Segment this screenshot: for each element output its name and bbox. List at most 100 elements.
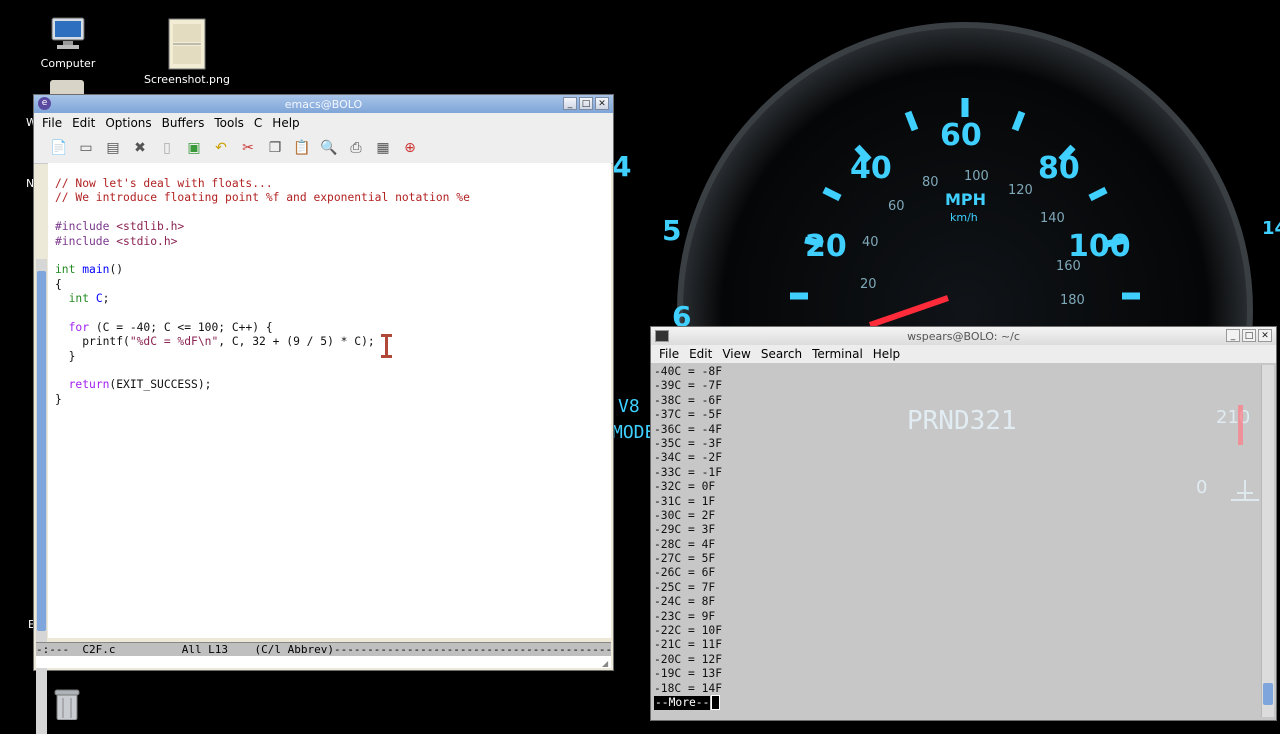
dired-icon[interactable]: ▤ bbox=[102, 137, 124, 159]
window-title: emacs@BOLO bbox=[284, 97, 363, 111]
help-icon[interactable]: ⊕ bbox=[399, 137, 421, 159]
terminal-line: -40C = -8F bbox=[654, 365, 723, 378]
wallpaper-label: V8 bbox=[618, 396, 640, 417]
image-file-icon bbox=[168, 18, 206, 70]
print-icon[interactable]: ⎙ bbox=[345, 137, 367, 159]
menu-edit[interactable]: Edit bbox=[67, 116, 100, 130]
scrollbar-thumb[interactable] bbox=[37, 271, 46, 631]
emacs-modeline: -:--- C2F.c All L13 (C/l Abbrev)--------… bbox=[36, 642, 611, 656]
terminal-line: -32C = 0F bbox=[654, 480, 716, 494]
code-editor[interactable]: // Now let's deal with floats... // We i… bbox=[48, 163, 611, 638]
terminal-output[interactable]: -40C = -8F -39C = -7F -38C = -6F -37C = -5F… bbox=[654, 365, 1259, 717]
terminal-line: -37C = -5F bbox=[654, 408, 723, 422]
terminal-line: -23C = 9F bbox=[654, 609, 716, 623]
menu-terminal[interactable]: Terminal bbox=[807, 347, 868, 361]
copy-icon[interactable]: ❐ bbox=[264, 137, 286, 159]
save-icon[interactable]: ▯ bbox=[156, 137, 178, 159]
code-token: #include bbox=[55, 234, 110, 248]
emacs-titlebar[interactable]: e emacs@BOLO _ □ ✕ bbox=[34, 95, 613, 113]
terminal-scrollbar[interactable] bbox=[1261, 365, 1274, 717]
menu-tools[interactable]: Tools bbox=[209, 116, 249, 130]
menu-help[interactable]: Help bbox=[868, 347, 905, 361]
minimize-button[interactable]: _ bbox=[563, 97, 577, 110]
save-as-icon[interactable]: ▣ bbox=[183, 137, 205, 159]
paste-icon[interactable]: 📋 bbox=[291, 137, 313, 159]
window-title: wspears@BOLO: ~/c bbox=[907, 329, 1020, 343]
resize-grip-icon[interactable]: ◢ bbox=[602, 659, 612, 669]
terminal-line: -30C = 2F bbox=[654, 508, 716, 522]
menu-search[interactable]: Search bbox=[756, 347, 807, 361]
code-line: } bbox=[55, 350, 611, 364]
maximize-button[interactable]: □ bbox=[1242, 329, 1256, 342]
menu-options[interactable]: Options bbox=[100, 116, 156, 130]
code-token: (C = -40; C <= 100; C++) { bbox=[89, 320, 273, 334]
menu-c[interactable]: C bbox=[249, 116, 267, 130]
dial-small-number: 100 bbox=[964, 169, 989, 184]
dial-small-number: 20 bbox=[860, 277, 877, 292]
desktop-icon-label: Computer bbox=[40, 57, 96, 70]
close-button[interactable]: ✕ bbox=[595, 97, 609, 110]
menu-view[interactable]: View bbox=[717, 347, 755, 361]
computer-icon bbox=[51, 17, 85, 49]
terminal-line: -28C = 4F bbox=[654, 537, 716, 551]
close-icon[interactable]: ✖ bbox=[129, 137, 151, 159]
new-file-icon[interactable]: 📄 bbox=[48, 137, 70, 159]
dial-number: 20 bbox=[805, 229, 847, 264]
dial-small-number: 80 bbox=[922, 175, 939, 190]
dial-number: 60 bbox=[940, 118, 982, 153]
maximize-button[interactable]: □ bbox=[579, 97, 593, 110]
code-token: printf( bbox=[82, 335, 130, 349]
menu-file[interactable]: File bbox=[654, 347, 684, 361]
code-line: int main() bbox=[55, 263, 611, 277]
terminal-line: --More-- bbox=[654, 694, 1259, 711]
desktop-icon-label: Screenshot.png bbox=[144, 73, 230, 86]
code-line: // Now let's deal with floats... bbox=[55, 177, 273, 190]
code-line: { bbox=[55, 277, 62, 291]
scrollbar-thumb[interactable] bbox=[1263, 683, 1273, 705]
trash-icon[interactable] bbox=[52, 688, 82, 720]
terminal-line: -39C = -7F bbox=[654, 379, 723, 393]
menu-edit[interactable]: Edit bbox=[684, 347, 717, 361]
terminal-line: -25C = 7F bbox=[654, 580, 716, 594]
menu-file[interactable]: File bbox=[37, 116, 67, 130]
dial-small-number: 60 bbox=[888, 199, 905, 214]
code-token: return bbox=[68, 378, 110, 392]
terminal-line: -21C = 11F bbox=[654, 638, 723, 652]
dial-number: 14 bbox=[1262, 218, 1280, 239]
code-line: #include <stdio.h> bbox=[55, 235, 611, 249]
code-line: for (C = -40; C <= 100; C++) { bbox=[55, 321, 611, 335]
desktop-icon-screenshot[interactable]: Screenshot.png bbox=[142, 18, 232, 86]
dial-small-number: 160 bbox=[1056, 259, 1081, 274]
terminal-window: wspears@BOLO: ~/c _ □ ✕ File Edit View S… bbox=[651, 327, 1276, 720]
emacs-minibuffer[interactable] bbox=[36, 656, 611, 668]
terminal-line: -24C = 8F bbox=[654, 595, 716, 609]
search-icon[interactable]: 🔍 bbox=[318, 137, 340, 159]
code-line: int C; bbox=[55, 292, 611, 306]
undo-icon[interactable]: ↶ bbox=[210, 137, 232, 159]
code-token: C bbox=[95, 292, 103, 306]
desktop-folder-icon[interactable] bbox=[50, 80, 84, 94]
terminal-line: -22C = 10F bbox=[654, 624, 723, 638]
code-token: ; bbox=[102, 292, 110, 306]
open-folder-icon[interactable]: ▭ bbox=[75, 137, 97, 159]
code-token: "%dC = %dF\n" bbox=[129, 335, 219, 349]
terminal-line: -18C = 14F bbox=[654, 681, 723, 695]
terminal-titlebar[interactable]: wspears@BOLO: ~/c _ □ ✕ bbox=[651, 327, 1276, 345]
code-token: } bbox=[68, 349, 76, 363]
desktop-icon-computer[interactable]: Computer bbox=[38, 14, 98, 70]
terminal-line: -36C = -4F bbox=[654, 422, 723, 436]
cut-icon[interactable]: ✂ bbox=[237, 137, 259, 159]
preferences-icon[interactable]: ▦ bbox=[372, 137, 394, 159]
code-line: printf("%dC = %dF\n", C, 32 + (9 / 5) * … bbox=[55, 335, 611, 349]
minimize-button[interactable]: _ bbox=[1226, 329, 1240, 342]
menu-buffers[interactable]: Buffers bbox=[157, 116, 210, 130]
code-token: for bbox=[68, 320, 90, 334]
close-button[interactable]: ✕ bbox=[1258, 329, 1272, 342]
code-token: () bbox=[109, 263, 124, 277]
terminal-cursor bbox=[711, 694, 721, 710]
code-token: int bbox=[55, 263, 76, 277]
code-token: int bbox=[68, 292, 90, 306]
dial-small-number: 140 bbox=[1040, 211, 1065, 226]
code-line: // We introduce floating point %f and ex… bbox=[55, 191, 470, 205]
menu-help[interactable]: Help bbox=[267, 116, 304, 130]
